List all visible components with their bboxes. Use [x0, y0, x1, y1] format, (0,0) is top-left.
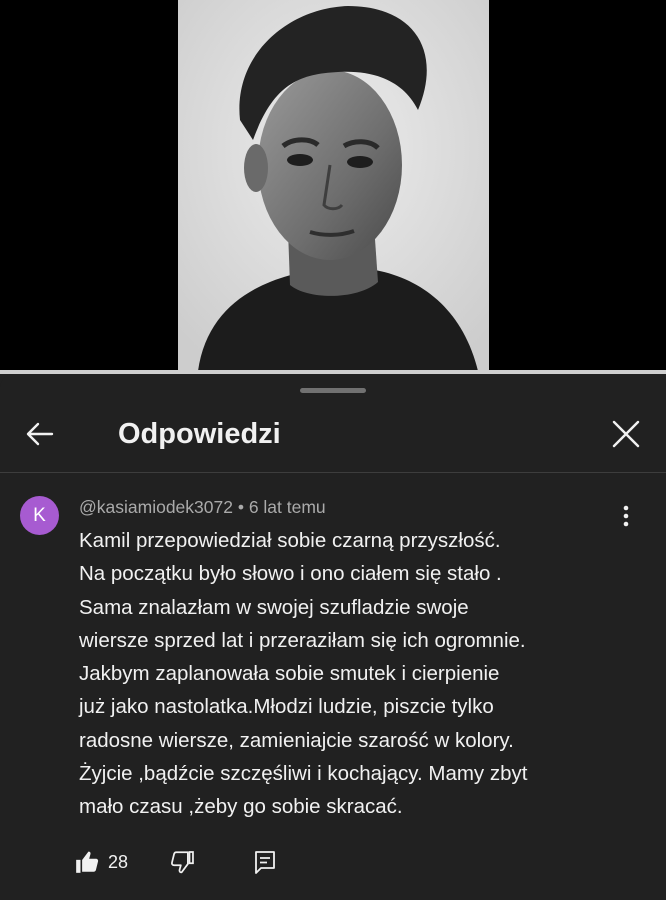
video-player[interactable]	[0, 0, 666, 374]
avatar[interactable]: K	[20, 496, 59, 535]
comment-line: Kamil przepowiedział sobie czarną przysz…	[79, 529, 501, 552]
comment-line: mało czasu ,żeby go sobie skracać.	[79, 795, 403, 819]
comment-line: Żyjcie ,bądźcie szczęśliwi i kochający. …	[79, 762, 528, 786]
comment-line: Na początku było słowo i ono ciałem się …	[79, 562, 502, 586]
like-button[interactable]: 28	[74, 845, 128, 879]
comment-line: Jakbym zaplanowała sobie smutek i cierpi…	[79, 662, 500, 686]
replies-panel: Odpowiedzi K @kasiamiodek3072 • 6 lat te…	[0, 374, 666, 900]
comment-line: Sama znalazłam w swojej szufladzie swoje	[79, 595, 469, 619]
drag-handle[interactable]	[300, 388, 366, 393]
comment-line: wiersze sprzed lat i przeraziłam się ich…	[79, 628, 526, 652]
panel-title: Odpowiedzi	[118, 418, 281, 450]
close-icon	[612, 420, 640, 448]
comment: K @kasiamiodek3072 • 6 lat temu Kamil pr…	[0, 473, 666, 900]
like-count: 28	[108, 851, 129, 872]
close-button[interactable]	[600, 408, 652, 460]
comment-text: Kamil przepowiedział sobie czarną przysz…	[79, 524, 639, 824]
reply-button[interactable]	[248, 845, 282, 879]
comment-line: już jako nastolatka.Młodzi ludzie, piszc…	[79, 695, 494, 719]
back-button[interactable]	[14, 408, 66, 460]
thumbs-up-icon	[76, 851, 99, 873]
panel-header: Odpowiedzi	[0, 398, 666, 470]
thumbs-down-icon	[171, 851, 194, 874]
dislike-button[interactable]	[166, 845, 200, 879]
comment-meta: @kasiamiodek3072 • 6 lat temu	[79, 497, 326, 517]
comment-actions: 28	[0, 841, 666, 881]
video-frame-portrait	[178, 0, 489, 371]
comment-line: radosne wiersze, zamieniajcie szarość w …	[79, 728, 514, 752]
arrow-left-icon	[26, 422, 54, 446]
reply-icon	[255, 851, 275, 874]
